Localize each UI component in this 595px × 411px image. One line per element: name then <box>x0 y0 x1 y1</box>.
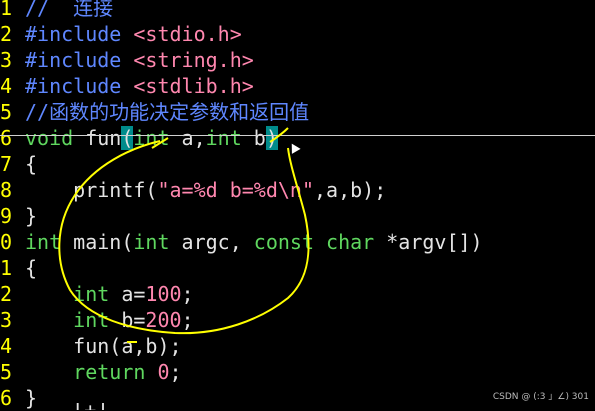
code-token: int <box>73 308 110 332</box>
code-token: <stdlib.h> <box>133 74 254 98</box>
code-line[interactable]: 4 #include <stdlib.h> <box>0 73 254 99</box>
code-token: int <box>205 126 242 150</box>
line-number: 2 <box>0 282 13 306</box>
code-line[interactable]: 0 int main(int argc, const char *argv[]) <box>0 229 483 255</box>
code-line[interactable]: 5 return 0; <box>0 359 182 385</box>
code-token: 100 <box>145 282 182 306</box>
line-number: 7 <box>0 152 13 176</box>
line-number: 8 <box>0 178 13 202</box>
code-token: printf( <box>25 178 158 202</box>
code-line[interactable]: 7{ <box>0 151 37 177</box>
code-token: <stdio.h> <box>133 22 242 46</box>
line-number: 6 <box>0 126 13 150</box>
code-token: int <box>25 230 62 254</box>
code-token: void <box>25 126 74 150</box>
line-number: 2 <box>0 22 13 46</box>
code-token: #include <box>25 48 134 72</box>
code-line[interactable]: 9} <box>0 203 37 229</box>
mouse-pointer-icon <box>287 141 301 154</box>
code-token: // 连接 <box>25 0 114 20</box>
cursor-line-underline <box>0 135 595 136</box>
code-token: ; <box>181 308 194 332</box>
code-token: fun <box>73 126 122 150</box>
code-token: return <box>73 360 146 384</box>
code-token: ,a,b); <box>314 178 387 202</box>
code-token: b <box>241 126 266 150</box>
line-number: 5 <box>0 360 13 384</box>
code-token: a= <box>109 282 146 306</box>
line-number: 4 <box>0 74 13 98</box>
code-token: "a=%d b=%d <box>157 178 278 202</box>
code-token: " <box>301 178 315 202</box>
code-line[interactable]: 2 #include <stdio.h> <box>0 21 242 47</box>
code-token: ; <box>169 360 182 384</box>
line-number: 0 <box>0 230 13 254</box>
code-line[interactable]: 5 //函数的功能决定参数和返回值 <box>0 99 309 125</box>
code-token: ; <box>181 282 194 306</box>
code-token: { <box>25 256 38 280</box>
code-token: ( <box>121 126 134 150</box>
line-number: 9 <box>0 204 13 228</box>
code-token: ) <box>265 126 278 150</box>
code-token: argc, <box>169 230 254 254</box>
code-token: int <box>133 230 170 254</box>
code-token: *argv[]) <box>374 230 483 254</box>
code-line[interactable]: 3 #include <string.h> <box>0 47 254 73</box>
code-editor[interactable]: 1 // 连接 2 #include <stdio.h> 3 #include <stri… <box>0 0 595 410</box>
line-number: 5 <box>0 100 13 124</box>
code-token: 200 <box>145 308 182 332</box>
code-token: #include <box>25 74 134 98</box>
code-token: b= <box>109 308 146 332</box>
line-number: 1 <box>0 0 13 20</box>
code-token: //函数的功能决定参数和返回值 <box>25 100 310 124</box>
code-token: a, <box>169 126 206 150</box>
code-line[interactable]: 1 // 连接 <box>0 0 113 21</box>
watermark: CSDN @ (:3 」∠) 301 <box>492 392 589 402</box>
code-token: \n <box>277 178 302 202</box>
status-bar: -- -- [+] <box>0 403 595 410</box>
code-line[interactable]: 8 printf("a=%d b=%d\n",a,b); <box>0 177 386 203</box>
code-token: #include <box>25 22 134 46</box>
code-token: } <box>25 204 38 228</box>
line-number: 1 <box>0 256 13 280</box>
code-line[interactable]: 2 int a=100; <box>0 281 194 307</box>
code-token: 0 <box>157 360 170 384</box>
code-token: int <box>133 126 170 150</box>
line-number: 4 <box>0 334 13 358</box>
code-token: main( <box>61 230 134 254</box>
line-number: 3 <box>0 308 13 332</box>
code-token: const char <box>253 230 375 254</box>
line-number: 3 <box>0 48 13 72</box>
code-token: int <box>73 282 110 306</box>
code-line[interactable]: 1{ <box>0 255 37 281</box>
code-line[interactable]: 4 fun(a,b); <box>0 333 182 359</box>
code-line[interactable]: 6 void fun(int a,int b) <box>0 125 278 151</box>
code-line[interactable]: 3 int b=200; <box>0 307 194 333</box>
code-token: fun(a,b); <box>25 334 182 358</box>
code-token: { <box>25 152 38 176</box>
code-token: <string.h> <box>133 48 254 72</box>
